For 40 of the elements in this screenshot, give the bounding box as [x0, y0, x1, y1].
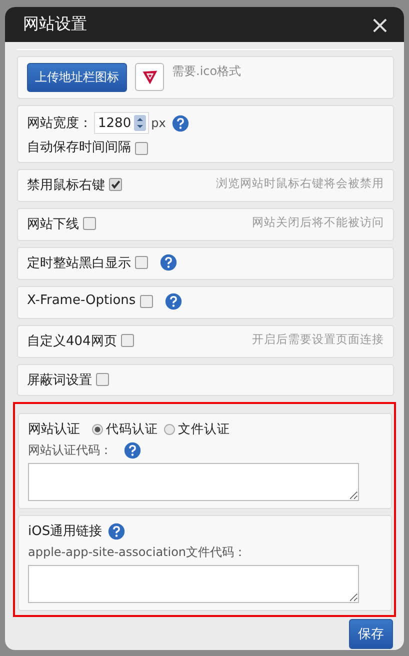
upload-button[interactable]: 上传地址栏图标	[27, 63, 127, 92]
dialog-title: 网站设置	[23, 14, 87, 35]
code-label: 网站认证代码：	[28, 442, 112, 459]
setting-label: X-Frame-Options	[27, 293, 136, 308]
checkbox[interactable]	[135, 256, 148, 269]
code-label: apple-app-site-association文件代码：	[28, 544, 246, 561]
save-button[interactable]: 保存	[349, 619, 393, 649]
checkbox[interactable]	[83, 217, 96, 230]
verification-label: 网站认证	[28, 421, 80, 438]
setting-hint: 网站关闭后将不能被访问	[252, 215, 384, 230]
radio-option[interactable]: 代码认证	[92, 420, 158, 438]
shield-icon	[140, 68, 158, 86]
help-icon[interactable]	[172, 114, 189, 132]
checkbox[interactable]	[109, 178, 122, 191]
unit-label: px	[151, 116, 166, 130]
close-button[interactable]: ×	[370, 12, 390, 36]
checkbox[interactable]	[140, 295, 153, 308]
setting-hint: 浏览网站时鼠标右键将会被禁用	[216, 176, 384, 191]
code-field[interactable]	[28, 463, 359, 501]
radio-option[interactable]: 文件认证	[164, 420, 230, 438]
setting-hint: 开启后需要设置页面连接	[252, 332, 384, 347]
checkbox[interactable]	[135, 142, 148, 154]
checkbox[interactable]	[96, 373, 109, 386]
checkbox[interactable]	[120, 334, 134, 347]
help-icon[interactable]	[160, 254, 177, 271]
width-spinner[interactable]: 1280	[94, 112, 150, 134]
setting-label: 屏蔽词设置	[27, 372, 92, 389]
code-field[interactable]	[28, 565, 359, 603]
setting-label: 禁用鼠标右键	[27, 177, 105, 194]
help-icon[interactable]	[108, 522, 126, 540]
setting-label: 定时整站黑白显示	[27, 255, 131, 272]
ios-label: iOS通用链接	[28, 523, 102, 540]
help-icon[interactable]	[164, 293, 182, 310]
setting-label: 自定义404网页	[27, 333, 117, 350]
stepper-icon	[134, 114, 146, 132]
width-label: 网站宽度：	[27, 115, 92, 132]
autosave-label: 自动保存时间间隔	[27, 139, 131, 156]
setting-label: 网站下线	[27, 216, 79, 233]
help-icon[interactable]	[124, 442, 141, 459]
format-hint: 需要.ico格式	[172, 63, 242, 80]
